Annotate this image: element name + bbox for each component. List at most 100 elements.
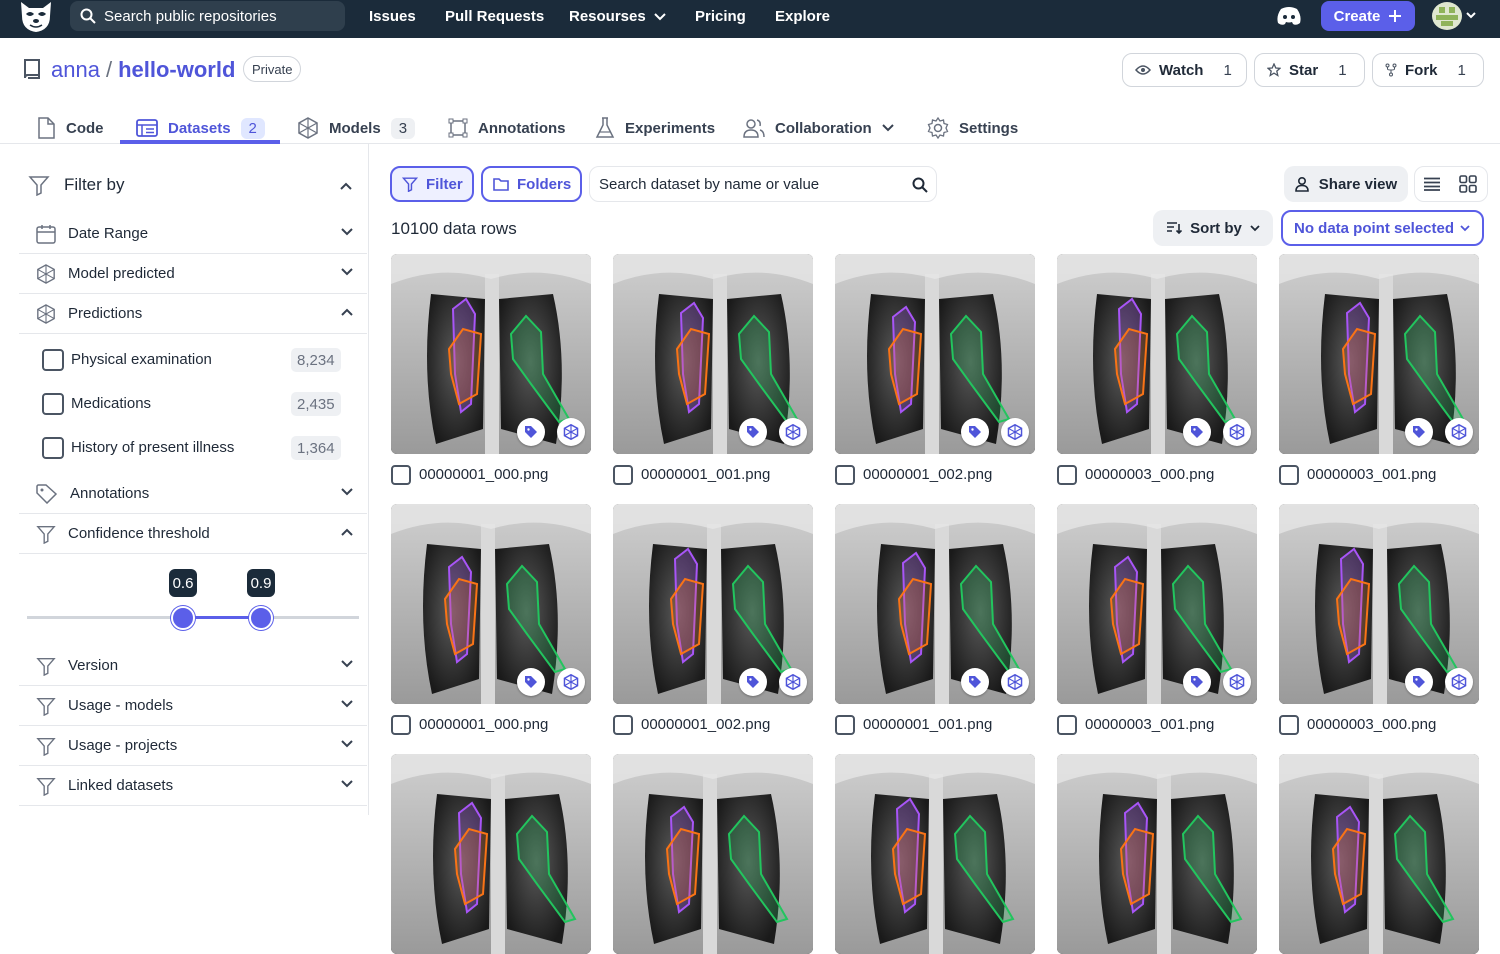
model-icon[interactable] (557, 418, 585, 446)
model-icon[interactable] (779, 668, 807, 696)
dataset-item-card[interactable] (1279, 754, 1479, 954)
tag-icon[interactable] (1183, 668, 1211, 696)
dataset-item-card[interactable]: 00000001_000.png (391, 504, 591, 735)
tag-icon[interactable] (1183, 418, 1211, 446)
prediction-checkbox[interactable] (42, 437, 64, 459)
folders-button[interactable]: Folders (481, 166, 582, 202)
dataset-search-input[interactable]: Search dataset by name or value (589, 166, 937, 202)
filter-linked-datasets[interactable]: Linked datasets (19, 766, 367, 806)
dataset-item-card[interactable] (391, 754, 591, 954)
filter-model-predicted[interactable]: Model predicted (19, 254, 367, 294)
model-icon[interactable] (779, 418, 807, 446)
tab-code[interactable]: Code (36, 111, 104, 145)
dataset-item-card[interactable] (613, 754, 813, 954)
item-select-checkbox[interactable] (835, 715, 855, 735)
fork-button[interactable]: Fork 1 (1372, 53, 1484, 87)
confidence-high-handle[interactable] (249, 606, 273, 630)
dataset-item-card[interactable]: 00000001_001.png (835, 504, 1035, 735)
dataset-item-card[interactable]: 00000003_000.png (1279, 504, 1479, 735)
share-view-button[interactable]: Share view (1284, 166, 1408, 202)
tab-experiments[interactable]: Experiments (595, 111, 715, 145)
dataset-item-card[interactable] (1057, 754, 1257, 954)
filter-header[interactable]: Filter by (28, 174, 124, 196)
confidence-low-handle[interactable] (171, 606, 195, 630)
nav-pull-requests-link[interactable]: Pull Requests (445, 8, 544, 25)
tab-models[interactable]: Models 3 (297, 111, 416, 145)
nav-pricing-link[interactable]: Pricing (695, 8, 746, 25)
xray-thumbnail[interactable] (391, 254, 591, 454)
model-icon[interactable] (1001, 418, 1029, 446)
sort-by-button[interactable]: Sort by (1153, 210, 1273, 246)
list-view-button[interactable] (1414, 166, 1450, 202)
dataset-item-card[interactable]: 00000003_001.png (1279, 254, 1479, 485)
filter-usage-models[interactable]: Usage - models (19, 686, 367, 726)
watch-button[interactable]: Watch 1 (1122, 53, 1247, 87)
repo-name-link[interactable]: hello-world (118, 57, 235, 83)
xray-thumbnail[interactable] (613, 254, 813, 454)
xray-thumbnail[interactable] (1279, 504, 1479, 704)
filter-version[interactable]: Version (19, 646, 367, 686)
filter-predictions[interactable]: Predictions (19, 294, 367, 334)
tag-icon[interactable] (517, 418, 545, 446)
chevron-down-icon[interactable] (1466, 12, 1476, 19)
grid-view-button[interactable] (1450, 166, 1486, 202)
tab-collaboration[interactable]: Collaboration (743, 111, 894, 145)
xray-thumbnail[interactable] (1057, 754, 1257, 954)
item-select-checkbox[interactable] (613, 715, 633, 735)
xray-thumbnail[interactable] (391, 754, 591, 954)
xray-thumbnail[interactable] (613, 754, 813, 954)
item-select-checkbox[interactable] (835, 465, 855, 485)
xray-thumbnail[interactable] (1057, 504, 1257, 704)
model-icon[interactable] (1223, 418, 1251, 446)
model-icon[interactable] (1445, 418, 1473, 446)
user-avatar[interactable] (1432, 2, 1462, 30)
item-select-checkbox[interactable] (391, 465, 411, 485)
repo-owner-link[interactable]: anna (51, 57, 100, 83)
model-icon[interactable] (1223, 668, 1251, 696)
item-select-checkbox[interactable] (1279, 465, 1299, 485)
nav-explore-link[interactable]: Explore (775, 8, 830, 25)
dataset-item-card[interactable]: 00000003_001.png (1057, 504, 1257, 735)
dataset-item-card[interactable] (835, 754, 1035, 954)
item-select-checkbox[interactable] (1057, 715, 1077, 735)
tag-icon[interactable] (961, 418, 989, 446)
xray-thumbnail[interactable] (1057, 254, 1257, 454)
item-select-checkbox[interactable] (1057, 465, 1077, 485)
xray-thumbnail[interactable] (613, 504, 813, 704)
filter-annotations[interactable]: Annotations (19, 474, 367, 514)
tag-icon[interactable] (517, 668, 545, 696)
xray-thumbnail[interactable] (1279, 254, 1479, 454)
tag-icon[interactable] (1405, 668, 1433, 696)
dataset-item-card[interactable]: 00000001_000.png (391, 254, 591, 485)
tab-settings[interactable]: Settings (927, 111, 1018, 145)
xray-thumbnail[interactable] (835, 754, 1035, 954)
dataset-item-card[interactable]: 00000001_002.png (835, 254, 1035, 485)
tag-icon[interactable] (739, 418, 767, 446)
model-icon[interactable] (557, 668, 585, 696)
model-icon[interactable] (1001, 668, 1029, 696)
global-search-input[interactable]: Search public repositories (70, 1, 345, 31)
filter-confidence-threshold[interactable]: Confidence threshold (19, 514, 367, 554)
nav-resources-menu[interactable]: Resourses (569, 8, 666, 25)
star-button[interactable]: Star 1 (1254, 53, 1365, 87)
item-select-checkbox[interactable] (1279, 715, 1299, 735)
filter-usage-projects[interactable]: Usage - projects (19, 726, 367, 766)
chevron-up-icon[interactable] (340, 182, 352, 190)
item-select-checkbox[interactable] (391, 715, 411, 735)
filter-date-range[interactable]: Date Range (19, 214, 367, 254)
tag-icon[interactable] (961, 668, 989, 696)
data-point-select[interactable]: No data point selected (1281, 210, 1484, 246)
item-select-checkbox[interactable] (613, 465, 633, 485)
dataset-item-card[interactable]: 00000003_000.png (1057, 254, 1257, 485)
xray-thumbnail[interactable] (391, 504, 591, 704)
prediction-checkbox[interactable] (42, 393, 64, 415)
tag-icon[interactable] (1405, 418, 1433, 446)
tag-icon[interactable] (739, 668, 767, 696)
dataset-item-card[interactable]: 00000001_002.png (613, 504, 813, 735)
xray-thumbnail[interactable] (835, 504, 1035, 704)
nav-issues-link[interactable]: Issues (369, 8, 416, 25)
xray-thumbnail[interactable] (835, 254, 1035, 454)
filter-button[interactable]: Filter (390, 166, 474, 202)
model-icon[interactable] (1445, 668, 1473, 696)
discord-icon[interactable] (1276, 6, 1302, 26)
